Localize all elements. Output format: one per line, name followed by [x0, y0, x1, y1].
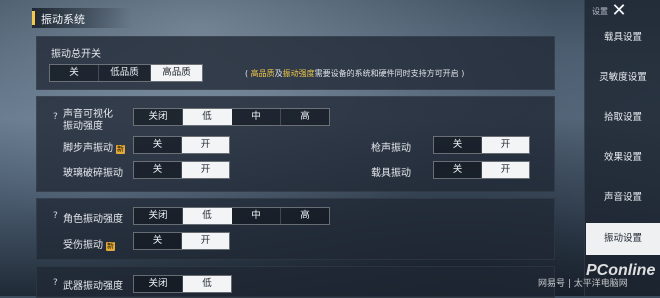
vehicle-vibration-label: 载具振动 — [371, 168, 411, 179]
weapon-intensity-selector: 关闭 低 — [133, 275, 232, 293]
vehicle-option-off[interactable]: 关 — [434, 162, 482, 178]
sidebar-item-vibration[interactable]: 振动设置 — [586, 223, 660, 255]
sidebar-item-sound[interactable]: 声音设置 — [586, 182, 660, 214]
gunshot-vibration-label: 枪声振动 — [371, 143, 411, 154]
weapon-intensity-label: 武器振动强度 — [63, 281, 123, 292]
sidebar-item-vehicle[interactable]: 载具设置 — [586, 22, 660, 54]
help-icon[interactable]: ? — [53, 211, 58, 221]
hurt-option-off[interactable]: 关 — [134, 233, 182, 249]
gunshot-option-off[interactable]: 关 — [434, 137, 482, 153]
weapon-vibration-panel: ? 武器振动强度 关闭 低 — [36, 266, 555, 298]
watermark-subtitle: 网易号 | 太平洋电脑网 — [538, 279, 628, 289]
new-badge: 新 — [116, 145, 125, 154]
gunshot-vibration-toggle: 关 开 — [433, 136, 530, 154]
master-option-low-quality[interactable]: 低品质 — [99, 65, 151, 81]
close-icon[interactable]: ✕ — [610, 2, 628, 20]
note-highlight-intensity: 振动强度 — [282, 69, 315, 78]
vehicle-vibration-toggle: 关 开 — [433, 161, 530, 179]
sound-visual-option-off[interactable]: 关闭 — [134, 109, 183, 125]
master-switch-panel: 振动总开关 关 低品质 高品质 ( 高品质及振动强度需要设备的系统和硬件同时支持… — [36, 36, 555, 90]
footstep-option-on[interactable]: 开 — [182, 137, 229, 153]
sound-visual-label-line2: 振动强度 — [63, 121, 103, 132]
note-conjunction: 及 — [274, 69, 283, 78]
master-option-off[interactable]: 关 — [50, 65, 99, 81]
hurt-label-text: 受伤振动 — [63, 240, 103, 251]
note-highlight-quality: 高品质 — [250, 69, 275, 78]
help-icon[interactable]: ? — [53, 278, 58, 288]
sidebar-item-effects[interactable]: 效果设置 — [586, 142, 660, 174]
character-intensity-label: 角色振动强度 — [63, 214, 123, 225]
character-option-low[interactable]: 低 — [183, 208, 232, 224]
character-option-off[interactable]: 关闭 — [134, 208, 183, 224]
vehicle-option-on[interactable]: 开 — [482, 162, 529, 178]
section-header: 振动系统 — [32, 8, 132, 28]
weapon-option-low[interactable]: 低 — [183, 276, 231, 292]
hurt-vibration-label: 受伤振动新 — [63, 236, 115, 251]
character-intensity-selector: 关闭 低 中 高 — [133, 207, 330, 225]
footstep-vibration-label: 脚步声振动新 — [63, 139, 125, 154]
glass-vibration-label: 玻璃破碎振动 — [63, 168, 123, 179]
sound-visual-option-low[interactable]: 低 — [183, 109, 232, 125]
hurt-vibration-toggle: 关 开 — [133, 232, 230, 250]
header-accent-bar — [32, 11, 35, 25]
character-option-high[interactable]: 高 — [281, 208, 329, 224]
gunshot-option-on[interactable]: 开 — [482, 137, 529, 153]
sound-visual-intensity-selector: 关闭 低 中 高 — [133, 108, 330, 126]
sidebar-item-pickup[interactable]: 拾取设置 — [586, 102, 660, 134]
master-switch-selector: 关 低品质 高品质 — [49, 64, 203, 82]
character-option-mid[interactable]: 中 — [232, 208, 281, 224]
footstep-label-text: 脚步声振动 — [63, 143, 113, 154]
sound-visual-option-mid[interactable]: 中 — [232, 109, 281, 125]
note-rest: 需要设备的系统和硬件同时支持方可开启 ) — [314, 69, 465, 78]
glass-option-on[interactable]: 开 — [182, 162, 229, 178]
master-switch-label: 振动总开关 — [51, 49, 101, 60]
master-option-high-quality[interactable]: 高品质 — [151, 65, 202, 81]
new-badge: 新 — [106, 242, 115, 251]
hurt-option-on[interactable]: 开 — [182, 233, 229, 249]
footstep-option-off[interactable]: 关 — [134, 137, 182, 153]
help-icon[interactable]: ? — [53, 112, 58, 122]
glass-option-off[interactable]: 关 — [134, 162, 182, 178]
sound-visual-option-high[interactable]: 高 — [281, 109, 329, 125]
sidebar-item-sensitivity[interactable]: 灵敏度设置 — [586, 62, 660, 94]
footstep-vibration-toggle: 关 开 — [133, 136, 230, 154]
glass-vibration-toggle: 关 开 — [133, 161, 230, 179]
master-switch-note: ( 高品质及振动强度需要设备的系统和硬件同时支持方可开启 ) — [245, 68, 464, 79]
weapon-option-off[interactable]: 关闭 — [134, 276, 183, 292]
section-title: 振动系统 — [41, 13, 85, 26]
character-vibration-panel: ? 角色振动强度 关闭 低 中 高 受伤振动新 关 开 — [36, 198, 555, 260]
sound-vibration-panel: ? 声音可视化 振动强度 关闭 低 中 高 脚步声振动新 关 开 枪声振动 关 … — [36, 96, 555, 192]
